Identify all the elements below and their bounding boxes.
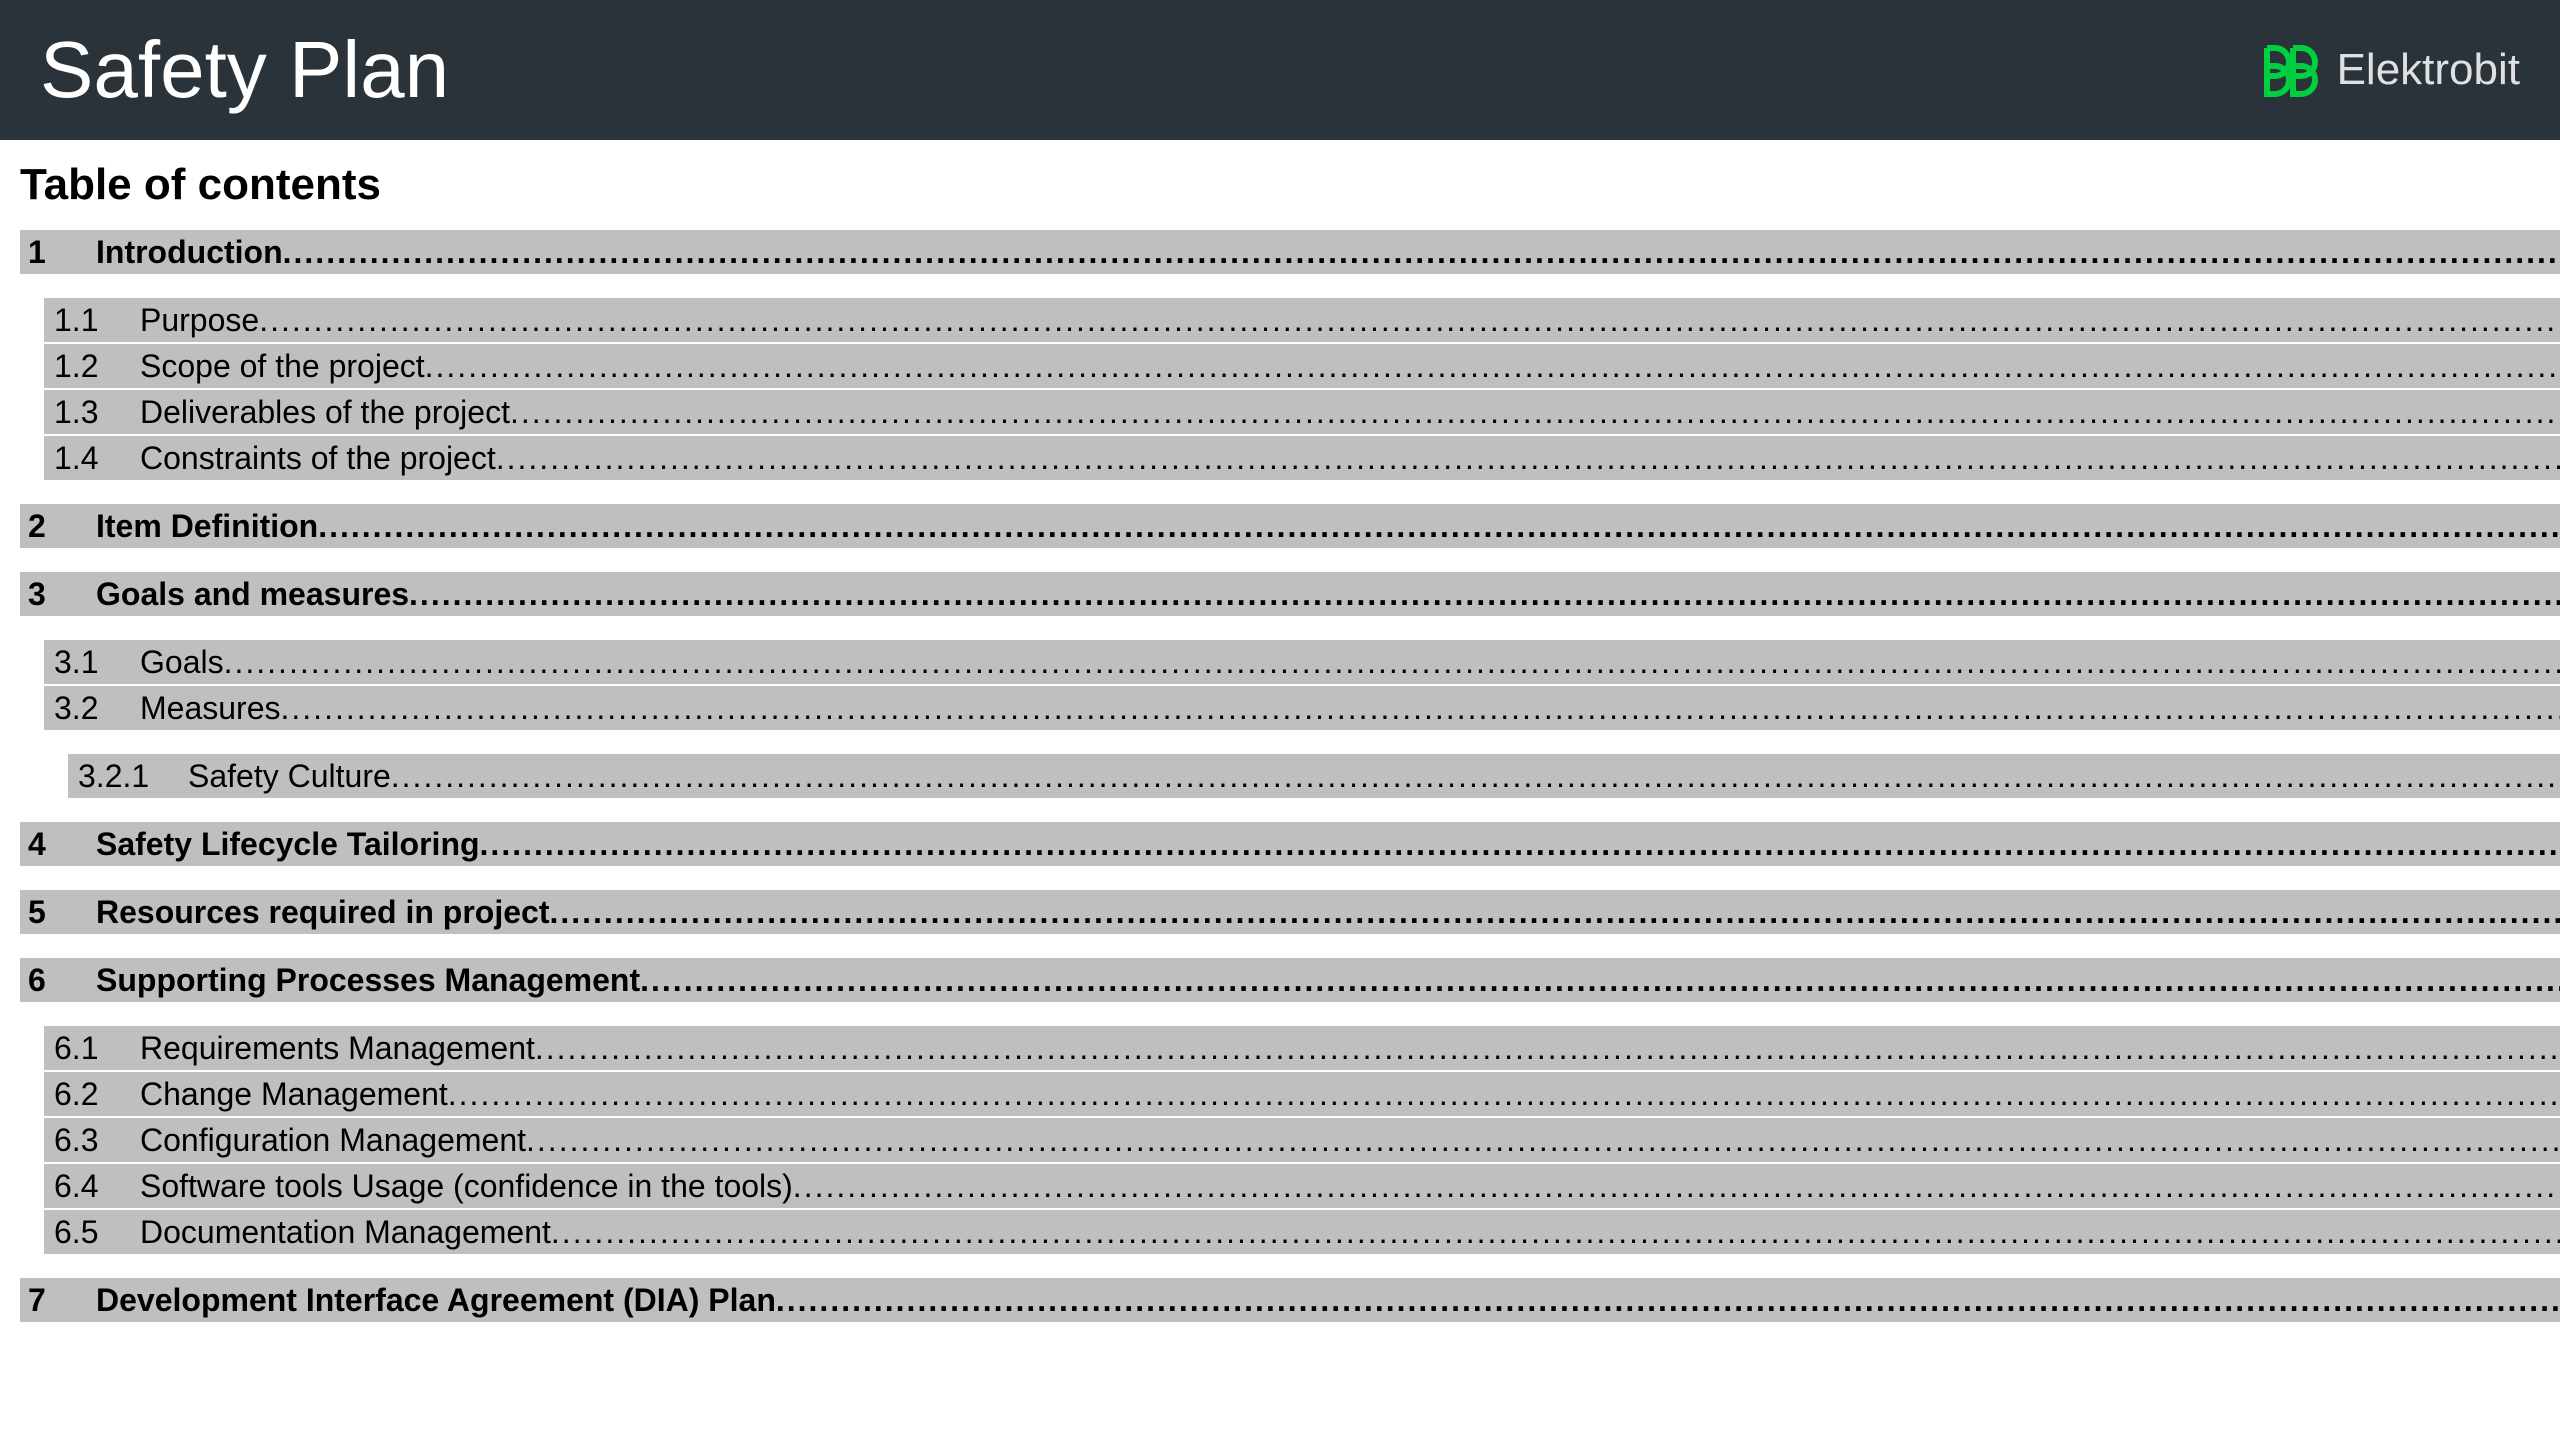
toc-leader-dots: ........................................… xyxy=(281,686,2560,730)
toc-leader-dots: ........................................… xyxy=(480,822,2560,866)
toc-entry: 3.1Goals................................… xyxy=(44,640,2560,684)
toc-entry: 7Development Interface Agreement (DIA) P… xyxy=(20,1278,2560,1322)
toc-entry: 4Safety Lifecycle Tailoring.............… xyxy=(20,822,2560,866)
toc-entry: 6.1Requirements Management..............… xyxy=(44,1026,2560,1070)
toc-entry-label: Supporting Processes Management xyxy=(96,958,640,1002)
toc-entry-label: Safety Culture xyxy=(188,754,391,798)
toc-entry-number: 6.1 xyxy=(44,1026,140,1070)
toc-entry-label: Constraints of the project xyxy=(140,436,496,480)
toc-entry: 3.2.1Safety Culture.....................… xyxy=(68,754,2560,798)
toc-entry-number: 4 xyxy=(20,822,96,866)
toc-leader-dots: ........................................… xyxy=(496,436,2560,480)
toc-entry-label: Introduction xyxy=(96,230,283,274)
toc-entry-label: Scope of the project xyxy=(140,344,425,388)
toc-leader-dots: ........................................… xyxy=(551,1210,2560,1254)
content-area: Table of contents 1Introduction.........… xyxy=(0,140,2560,1397)
toc-entry-label: Documentation Management xyxy=(140,1210,551,1254)
toc-entry-number: 5 xyxy=(20,890,96,934)
toc-leader-dots: ........................................… xyxy=(425,344,2560,388)
toc-entry: 6Supporting Processes Management........… xyxy=(20,958,2560,1002)
toc-entry-number: 1.4 xyxy=(44,436,140,480)
page-title: Safety Plan xyxy=(40,24,449,116)
toc-leader-dots: ........................................… xyxy=(391,754,2560,798)
toc-column-left: Table of contents 1Introduction.........… xyxy=(20,160,2560,1397)
toc-entry-label: Software tools Usage (confidence in the … xyxy=(140,1164,793,1208)
toc-entry-number: 6 xyxy=(20,958,96,1002)
toc-entry-number: 7 xyxy=(20,1278,96,1322)
toc-heading: Table of contents xyxy=(20,160,2560,210)
elektrobit-logo-icon xyxy=(2251,42,2321,98)
toc-entry: 2Item Definition........................… xyxy=(20,504,2560,548)
toc-entry-label: Resources required in project xyxy=(96,890,549,934)
toc-leader-dots: ........................................… xyxy=(526,1118,2560,1162)
toc-leader-dots: ........................................… xyxy=(224,640,2560,684)
toc-entry-label: Deliverables of the project xyxy=(140,390,510,434)
toc-entry-number: 1.2 xyxy=(44,344,140,388)
toc-leader-dots: ........................................… xyxy=(510,390,2560,434)
toc-entry-number: 1.1 xyxy=(44,298,140,342)
toc-entry: 3.2Measures.............................… xyxy=(44,686,2560,730)
toc-entry-number: 3.1 xyxy=(44,640,140,684)
toc-leader-dots: ........................................… xyxy=(409,572,2560,616)
toc-leader-dots: ........................................… xyxy=(318,504,2560,548)
toc-entry-label: Measures xyxy=(140,686,281,730)
title-bar: Safety Plan Elektrobit xyxy=(0,0,2560,140)
toc-entry-label: Safety Lifecycle Tailoring xyxy=(96,822,480,866)
toc-entry-label: Purpose xyxy=(140,298,259,342)
toc-entry-label: Goals and measures xyxy=(96,572,409,616)
toc-leader-dots: ........................................… xyxy=(448,1072,2560,1116)
toc-leader-dots: ........................................… xyxy=(549,890,2560,934)
toc-entry: 6.5Documentation Management.............… xyxy=(44,1210,2560,1254)
toc-entry-number: 6.4 xyxy=(44,1164,140,1208)
brand-name: Elektrobit xyxy=(2337,45,2520,95)
toc-entry: 1Introduction...........................… xyxy=(20,230,2560,274)
toc-entry-label: Change Management xyxy=(140,1072,448,1116)
toc-list-left: 1Introduction...........................… xyxy=(20,230,2560,1324)
toc-entry-label: Development Interface Agreement (DIA) Pl… xyxy=(96,1278,776,1322)
toc-leader-dots: ........................................… xyxy=(283,230,2560,274)
toc-entry-label: Configuration Management xyxy=(140,1118,526,1162)
toc-entry: 1.4Constraints of the project...........… xyxy=(44,436,2560,480)
toc-entry-label: Goals xyxy=(140,640,224,684)
toc-entry-number: 6.2 xyxy=(44,1072,140,1116)
toc-leader-dots: ........................................… xyxy=(259,298,2560,342)
brand: Elektrobit xyxy=(2251,42,2520,98)
toc-leader-dots: ........................................… xyxy=(640,958,2560,1002)
toc-entry-number: 1.3 xyxy=(44,390,140,434)
toc-entry: 1.2Scope of the project.................… xyxy=(44,344,2560,388)
toc-entry-number: 3 xyxy=(20,572,96,616)
toc-entry-number: 6.3 xyxy=(44,1118,140,1162)
toc-entry: 6.2Change Management....................… xyxy=(44,1072,2560,1116)
toc-entry: 1.1Purpose..............................… xyxy=(44,298,2560,342)
toc-entry-label: Item Definition xyxy=(96,504,318,548)
toc-entry-number: 2 xyxy=(20,504,96,548)
toc-entry-number: 1 xyxy=(20,230,96,274)
toc-leader-dots: ........................................… xyxy=(793,1164,2560,1208)
toc-entry: 5Resources required in project..........… xyxy=(20,890,2560,934)
toc-entry: 1.3Deliverables of the project..........… xyxy=(44,390,2560,434)
toc-entry-number: 3.2.1 xyxy=(68,754,188,798)
toc-entry: 3Goals and measures.....................… xyxy=(20,572,2560,616)
toc-leader-dots: ........................................… xyxy=(535,1026,2560,1070)
toc-entry: 6.4Software tools Usage (confidence in t… xyxy=(44,1164,2560,1208)
toc-entry-number: 6.5 xyxy=(44,1210,140,1254)
toc-leader-dots: ........................................… xyxy=(776,1278,2560,1322)
toc-entry: 6.3Configuration Management.............… xyxy=(44,1118,2560,1162)
toc-entry-number: 3.2 xyxy=(44,686,140,730)
toc-entry-label: Requirements Management xyxy=(140,1026,535,1070)
